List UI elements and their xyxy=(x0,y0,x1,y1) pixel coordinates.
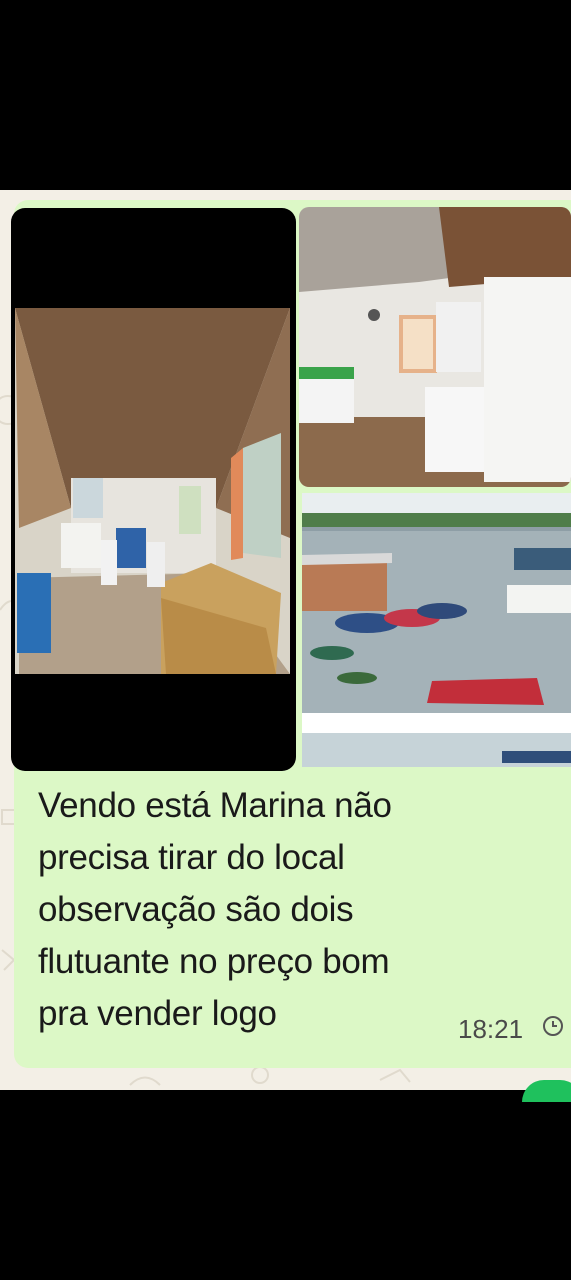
clock-icon xyxy=(543,1016,563,1036)
photo-kitchen[interactable] xyxy=(299,207,571,487)
message-text: Vendo está Marina não precisa tirar do l… xyxy=(38,786,392,1033)
living-room-image xyxy=(15,308,290,674)
message-timestamp: 18:21 xyxy=(458,1014,524,1044)
marina-image xyxy=(302,493,571,767)
kitchen-image xyxy=(299,207,571,487)
photo-marina[interactable] xyxy=(302,493,571,767)
photo-living-room[interactable] xyxy=(11,208,296,771)
